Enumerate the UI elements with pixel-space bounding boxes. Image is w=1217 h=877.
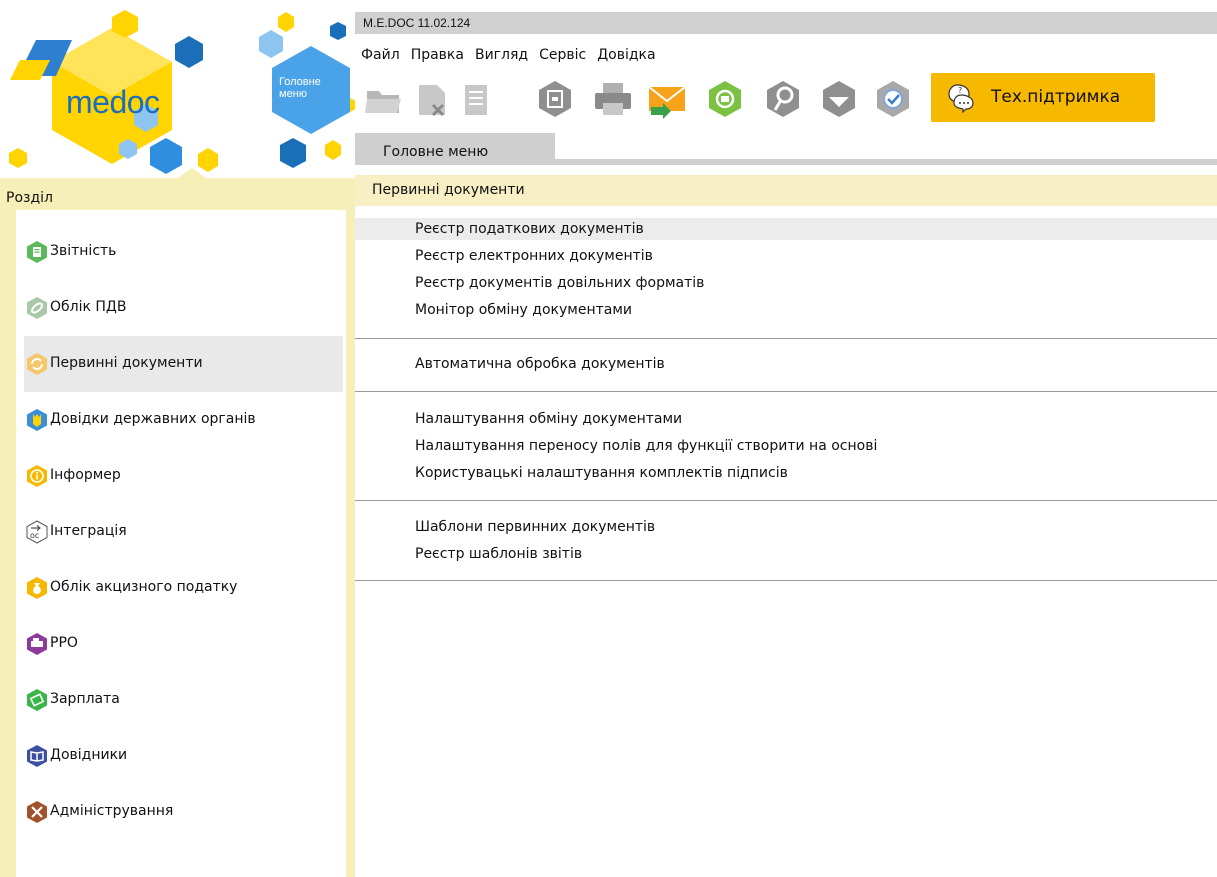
cash-register-icon	[27, 633, 47, 655]
sidebar-item-vat[interactable]: Облік ПДВ	[24, 280, 343, 336]
salary-icon	[27, 689, 47, 711]
sidebar-item-state-certificates[interactable]: Довідки державних органів	[24, 392, 343, 448]
sidebar-item-label: Довідники	[50, 747, 128, 763]
menu-bar: Файл Правка Вигляд Сервіс Довідка	[355, 44, 661, 66]
divider	[355, 580, 1217, 581]
sidebar-item-label: Інтеграція	[50, 523, 127, 539]
main-menu-hex-label: Головне меню	[279, 76, 321, 100]
svg-text:?: ?	[958, 86, 962, 95]
verify-signature-icon[interactable]	[871, 77, 915, 121]
sidebar-item-label: Звітність	[50, 243, 117, 259]
sidebar-item-administration[interactable]: Адміністрування	[24, 784, 343, 840]
book-icon	[27, 745, 47, 767]
link-signature-set-settings[interactable]: Користувацькі налаштування комплектів пі…	[355, 462, 1217, 484]
sidebar-item-label: Зарплата	[50, 691, 120, 707]
sidebar-item-label: Довідки державних органів	[50, 411, 256, 427]
sidebar-item-salary[interactable]: Зарплата	[24, 672, 343, 728]
link-field-transfer-settings[interactable]: Налаштування переносу полів для функції …	[355, 435, 1217, 457]
copy-document-icon[interactable]	[455, 77, 499, 121]
open-icon[interactable]	[361, 77, 405, 121]
link-report-templates-registry[interactable]: Реєстр шаблонів звітів	[355, 543, 1217, 565]
sidebar-item-label: Облік ПДВ	[50, 299, 127, 315]
divider	[355, 338, 1217, 339]
link-primary-doc-templates[interactable]: Шаблони первинних документів	[355, 516, 1217, 538]
tab-strip: Головне меню	[355, 133, 1217, 165]
primary-docs-icon	[27, 353, 47, 375]
link-exchange-settings[interactable]: Налаштування обміну документами	[355, 408, 1217, 430]
info-icon	[27, 465, 47, 487]
excise-bag-icon	[27, 577, 47, 599]
medoc-logo: medoc	[66, 84, 160, 121]
receive-icon[interactable]	[703, 77, 747, 121]
sidebar-item-label: Адміністрування	[50, 803, 174, 819]
sidebar-list: Звітність Облік ПДВ Первинні документи Д…	[16, 210, 346, 877]
tools-icon	[27, 801, 47, 823]
sidebar-item-integration[interactable]: oc Інтеграція	[24, 504, 343, 560]
sidebar-item-excise[interactable]: Облік акцизного податку	[24, 560, 343, 616]
sidebar-item-rro[interactable]: РРО	[24, 616, 343, 672]
sidebar-item-label: РРО	[50, 635, 78, 651]
integration-icon: oc	[26, 520, 48, 544]
sidebar-item-directories[interactable]: Довідники	[24, 728, 343, 784]
window-title: M.E.DOC 11.02.124	[355, 12, 1217, 34]
report-icon	[27, 241, 47, 263]
state-emblem-icon	[27, 409, 47, 431]
menu-help[interactable]: Довідка	[591, 44, 660, 66]
logo-area: medoc Головне меню	[0, 0, 355, 178]
sidebar-item-primary-docs[interactable]: Первинні документи	[24, 336, 343, 392]
link-electronic-documents-registry[interactable]: Реєстр електронних документів	[355, 245, 1217, 267]
key-search-icon[interactable]	[761, 77, 805, 121]
send-envelope-icon[interactable]	[645, 77, 689, 121]
content-panel: Первинні документи Реєстр податкових док…	[355, 175, 1217, 877]
print-icon[interactable]	[591, 77, 635, 121]
divider	[355, 500, 1217, 501]
divider	[355, 391, 1217, 392]
vat-link-icon	[27, 297, 47, 319]
sidebar-item-label: Облік акцизного податку	[50, 579, 238, 595]
archive-icon[interactable]	[533, 77, 577, 121]
logo-me: me	[66, 84, 110, 120]
sidebar-header: Розділ	[6, 190, 53, 206]
link-exchange-monitor[interactable]: Монітор обміну документами	[355, 299, 1217, 321]
sidebar: Розділ Звітність Облік ПДВ Первинні доку…	[0, 178, 355, 877]
sidebar-item-reporting[interactable]: Звітність	[24, 224, 343, 280]
sidebar-item-label: Первинні документи	[50, 355, 203, 371]
tab-main-menu[interactable]: Головне меню	[355, 133, 555, 165]
menu-service[interactable]: Сервіс	[533, 44, 591, 66]
section-title: Первинні документи	[355, 175, 1217, 206]
tech-support-button[interactable]: ? Тех.підтримка	[931, 73, 1155, 122]
tech-support-label: Тех.підтримка	[991, 87, 1121, 107]
tab-strip-line	[555, 159, 1217, 165]
link-tax-documents-registry[interactable]: Реєстр податкових документів	[355, 218, 1217, 240]
menu-file[interactable]: Файл	[355, 44, 405, 66]
link-arbitrary-format-registry[interactable]: Реєстр документів довільних форматів	[355, 272, 1217, 294]
svg-text:oc: oc	[30, 531, 39, 540]
support-chat-icon: ?	[948, 84, 974, 113]
sidebar-item-label: Інформер	[50, 467, 121, 483]
download-icon[interactable]	[817, 77, 861, 121]
logo-doc: doc	[109, 84, 160, 120]
sidebar-item-informer[interactable]: Інформер	[24, 448, 343, 504]
menu-view[interactable]: Вигляд	[469, 44, 533, 66]
menu-edit[interactable]: Правка	[405, 44, 469, 66]
delete-document-icon[interactable]	[411, 77, 455, 121]
link-automatic-processing[interactable]: Автоматична обробка документів	[355, 353, 1217, 375]
